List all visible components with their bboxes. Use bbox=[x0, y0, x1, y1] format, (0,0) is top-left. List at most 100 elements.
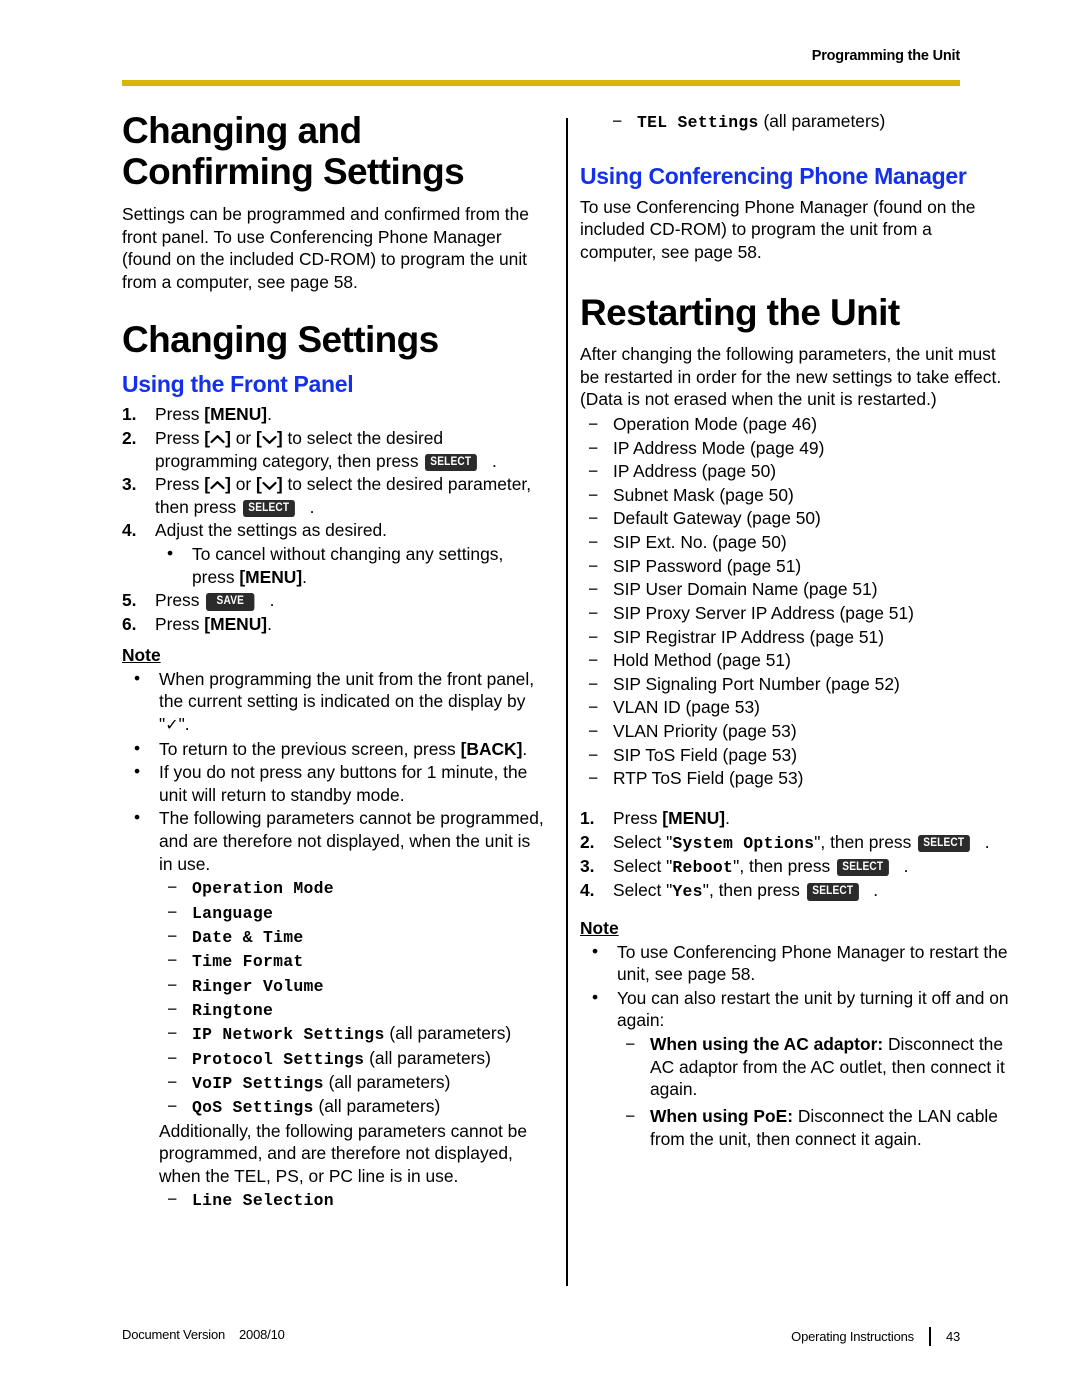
step-text-pre: Press bbox=[155, 613, 205, 634]
select-key-chip: SELECT bbox=[425, 453, 477, 471]
step-1: 1. Press [MENU]. bbox=[122, 403, 547, 426]
section4-body: After changing the following parameters,… bbox=[580, 344, 1002, 410]
left-note-bullets: • When programming the unit from the fron… bbox=[122, 668, 547, 1212]
section3-body: To use Conferencing Phone Manager (found… bbox=[580, 196, 976, 263]
step-text-mid: or bbox=[230, 427, 257, 448]
column-divider bbox=[566, 118, 568, 1286]
dash-icon: − bbox=[588, 579, 599, 600]
note-text: When programming the unit from the front… bbox=[159, 668, 535, 734]
step-text-mid: or bbox=[230, 474, 257, 495]
restart-method-list: − When using the AC adaptor: Disconnect t… bbox=[617, 1033, 1012, 1150]
dash-icon: − bbox=[167, 974, 178, 995]
restart-param: Operation Mode (page 46) bbox=[613, 413, 817, 434]
param-name: Protocol Settings bbox=[192, 1049, 365, 1069]
up-arrow-key: [] bbox=[204, 427, 231, 448]
step-6: 6. Press [MENU]. bbox=[122, 613, 547, 636]
page-footer: Document Version 2008/10 Operating Instru… bbox=[122, 1327, 960, 1353]
step-2: 2. Select "System Options", then press SE… bbox=[580, 831, 1012, 854]
param-name: Ringer Volume bbox=[192, 976, 324, 996]
section-title-restarting-the-unit: Restarting the Unit bbox=[580, 291, 900, 333]
dash-icon: − bbox=[167, 950, 178, 971]
step-text-pre: Press bbox=[155, 590, 205, 611]
bullet-dot-icon: • bbox=[134, 737, 141, 758]
list-item: − IP Network Settings (all parameters) bbox=[159, 1022, 547, 1045]
up-arrow-key: [] bbox=[204, 474, 231, 495]
step-4-sub-bullets: • To cancel without changing any settings… bbox=[155, 543, 547, 588]
bullet-dot-icon: • bbox=[134, 761, 141, 782]
restart-parameter-list: − Operation Mode (page 46) − IP Address Mo… bbox=[580, 413, 1012, 790]
subsection-using-conferencing-phone-manager: Using Conferencing Phone Manager bbox=[580, 163, 967, 190]
restart-param: VLAN Priority (page 53) bbox=[613, 721, 797, 742]
list-item: • To use Conferencing Phone Manager to re… bbox=[580, 941, 1012, 986]
section1-body: Settings can be programmed and confirmed… bbox=[122, 203, 529, 292]
unavailable-parameter-list: − Operation Mode − Language − Date & Time −… bbox=[159, 876, 547, 1118]
dash-icon: − bbox=[588, 650, 599, 671]
list-item: − TEL Settings (all parameters) bbox=[604, 110, 1012, 133]
restart-param: SIP Registrar IP Address (page 51) bbox=[613, 626, 884, 647]
step-text-pre: Select " bbox=[613, 855, 673, 876]
step-text-pre: Adjust the settings as desired. bbox=[155, 520, 388, 541]
dash-icon: − bbox=[167, 998, 178, 1019]
step-5: 5. Press SAVE. bbox=[122, 589, 547, 612]
list-item: • You can also restart the unit by turnin… bbox=[580, 987, 1012, 1150]
page-header: Programming the Unit bbox=[122, 48, 960, 84]
step-text-post: . bbox=[267, 613, 272, 634]
param-name: Operation Mode bbox=[192, 879, 334, 899]
param-name: QoS Settings bbox=[192, 1098, 314, 1118]
document-page: Programming the Unit Changing and Confir… bbox=[0, 0, 1080, 1397]
step-text-pre: Press bbox=[155, 427, 205, 448]
list-item: − SIP Registrar IP Address (page 51) bbox=[580, 626, 1012, 649]
step-text-end: . bbox=[309, 496, 315, 517]
note-text-post: . bbox=[522, 738, 528, 759]
list-item: − VoIP Settings (all parameters) bbox=[159, 1071, 547, 1094]
param-name: Line Selection bbox=[192, 1191, 334, 1211]
note-text: To use Conferencing Phone Manager to res… bbox=[617, 941, 1008, 985]
list-item: − Date & Time bbox=[159, 925, 547, 948]
step-text-post: . bbox=[725, 807, 730, 828]
bullet-dot-icon: • bbox=[167, 543, 174, 563]
menu-option-name: Reboot bbox=[672, 857, 734, 877]
param-suffix: (all parameters) bbox=[384, 1023, 512, 1044]
step-number: 5. bbox=[122, 590, 137, 611]
line-parameter-list: − Line Selection bbox=[159, 1188, 547, 1211]
step-number: 3. bbox=[580, 855, 595, 876]
restart-param: Subnet Mask (page 50) bbox=[613, 484, 794, 505]
bullet-dot-icon: • bbox=[134, 807, 141, 828]
param-name: VoIP Settings bbox=[192, 1073, 324, 1093]
continued-parameter-list: − TEL Settings (all parameters) bbox=[604, 110, 1012, 133]
list-item: • To return to the previous screen, press… bbox=[122, 738, 547, 761]
step-text-end: . bbox=[873, 880, 879, 901]
subsection-using-front-panel: Using the Front Panel bbox=[122, 370, 354, 397]
list-item: − SIP Password (page 51) bbox=[580, 555, 1012, 578]
back-key-label: [BACK] bbox=[460, 738, 523, 759]
step-text-end: . bbox=[491, 450, 497, 471]
dash-icon: − bbox=[588, 768, 599, 789]
step-number: 1. bbox=[580, 807, 595, 828]
down-arrow-key: [] bbox=[256, 474, 283, 495]
list-item: − When using the AC adaptor: Disconnect t… bbox=[617, 1033, 1012, 1101]
menu-key-label: [MENU] bbox=[204, 613, 268, 634]
param-suffix: (all parameters) bbox=[364, 1047, 491, 1068]
menu-key-label: [MENU] bbox=[662, 807, 726, 828]
list-item: − Ringer Volume bbox=[159, 974, 547, 997]
step-text-pre: Select " bbox=[613, 831, 673, 852]
dash-icon: − bbox=[588, 532, 599, 553]
dash-icon: − bbox=[588, 437, 599, 458]
list-item: − SIP Proxy Server IP Address (page 51) bbox=[580, 602, 1012, 625]
restart-param: SIP ToS Field (page 53) bbox=[613, 744, 798, 765]
param-name: Language bbox=[192, 903, 274, 923]
note-text: To return to the previous screen, press bbox=[159, 738, 461, 759]
dash-icon: − bbox=[588, 413, 599, 434]
list-item: − Ringtone bbox=[159, 998, 547, 1021]
select-key-chip: SELECT bbox=[837, 858, 889, 877]
dash-icon: − bbox=[612, 111, 623, 131]
step-2: 2. Press [] or [] to select the desired p… bbox=[122, 427, 547, 472]
list-item: • If you do not press any buttons for 1 m… bbox=[122, 761, 547, 806]
step-text-pre: Press bbox=[613, 807, 663, 828]
step-number: 2. bbox=[580, 831, 595, 852]
dash-icon: − bbox=[625, 1034, 636, 1055]
step-text-mid: ", then press bbox=[702, 880, 805, 901]
list-item: − SIP User Domain Name (page 51) bbox=[580, 578, 1012, 601]
param-name: TEL Settings bbox=[637, 113, 759, 132]
down-arrow-key: [] bbox=[256, 427, 283, 448]
